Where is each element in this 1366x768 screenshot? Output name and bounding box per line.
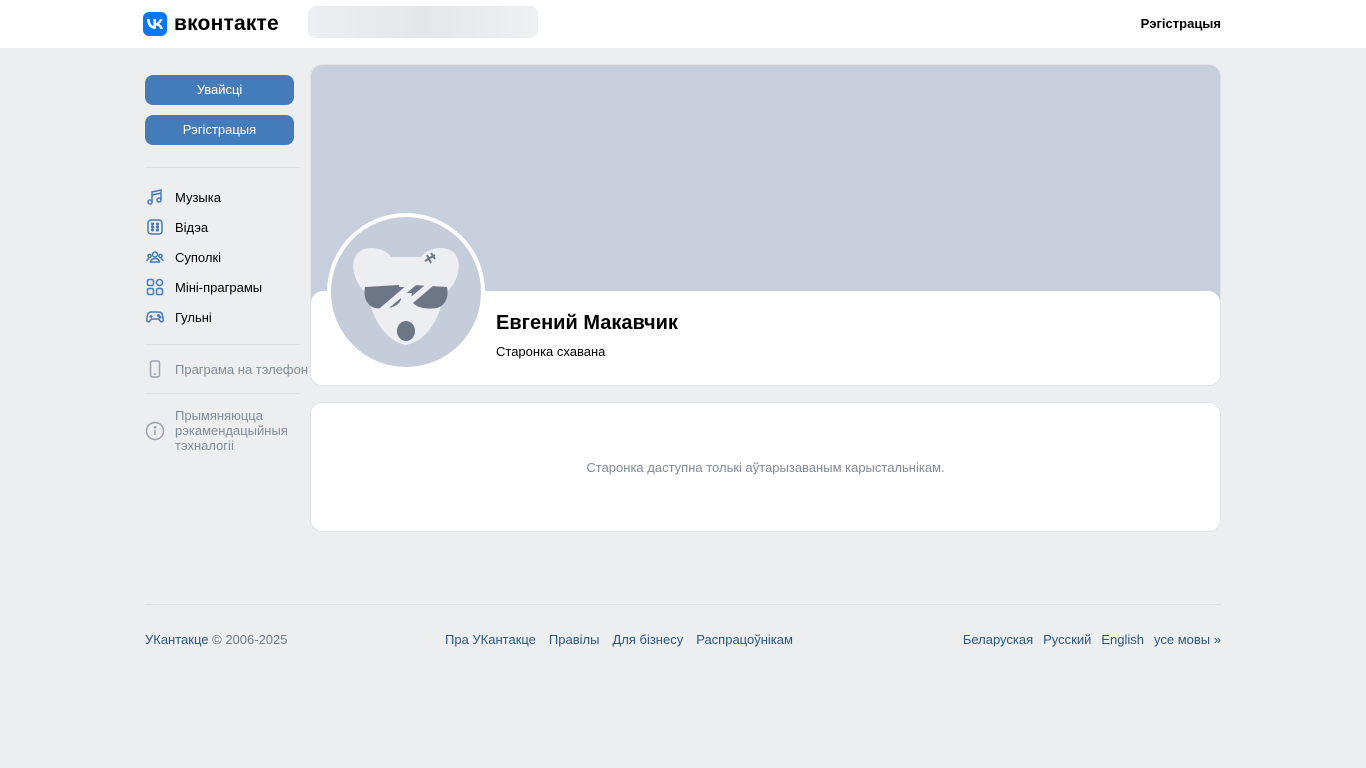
sidebar-divider <box>145 393 300 394</box>
sidebar-item-label: Праграма на тэлефон <box>175 361 309 377</box>
users-icon <box>145 247 165 267</box>
deactivated-dog-avatar-icon <box>331 217 481 367</box>
top-header: вконтакте Рэгістрацыя <box>0 0 1366 48</box>
footer-links: Пра УКантакце Правілы Для бізнесу Распра… <box>445 632 793 647</box>
sidebar-divider <box>145 344 300 345</box>
vk-logo-icon <box>143 12 167 36</box>
search-placeholder[interactable] <box>308 6 538 38</box>
footer-copyright-text: © 2006-2025 <box>212 632 288 647</box>
sidebar-item-label: Відэа <box>175 219 209 235</box>
footer: УКантакце © 2006-2025 Пра УКантакце Прав… <box>145 632 1221 648</box>
login-button[interactable]: Увайсці <box>145 75 294 105</box>
phone-icon <box>145 359 165 379</box>
footer-copyright: УКантакце © 2006-2025 <box>145 632 287 647</box>
sidebar-item-mini-apps[interactable]: Міні-праграмы <box>145 277 262 297</box>
sidebar-item-video[interactable]: Відэа <box>145 217 208 237</box>
lang-belarusian[interactable]: Беларуская <box>963 632 1033 647</box>
profile-status: Старонка схавана <box>496 344 606 359</box>
avatar[interactable] <box>327 213 485 371</box>
register-button[interactable]: Рэгістрацыя <box>145 115 294 145</box>
profile-card: Евгений Макавчик Старонка схавана <box>310 64 1221 386</box>
lang-english[interactable]: English <box>1101 632 1144 647</box>
apps-grid-icon <box>145 277 165 297</box>
recommendation-tech-link[interactable]: Прымяняюцца рэкамендацыйныя тэхналогіі <box>145 408 305 453</box>
footer-divider <box>145 604 1221 605</box>
sidebar-item-games[interactable]: Гульні <box>145 307 212 327</box>
footer-link-about[interactable]: Пра УКантакце <box>445 632 536 647</box>
vk-logo[interactable]: вконтакте <box>143 12 279 36</box>
sidebar-item-music[interactable]: Музыка <box>145 187 221 207</box>
footer-languages: Беларуская Русский English усе мовы » <box>963 632 1221 647</box>
recommendation-text: Прымяняюцца рэкамендацыйныя тэхналогіі <box>175 408 288 453</box>
sidebar-item-label: Суполкі <box>175 249 222 265</box>
sidebar-item-phone-app[interactable]: Праграма на тэлефон <box>145 359 308 379</box>
footer-brand-link[interactable]: УКантакце <box>145 632 209 647</box>
gamepad-icon <box>145 307 165 327</box>
video-icon <box>145 217 165 237</box>
footer-link-developers[interactable]: Распрацоўнікам <box>696 632 793 647</box>
sidebar-item-label: Міні-праграмы <box>175 279 263 295</box>
music-note-icon <box>145 187 165 207</box>
footer-link-rules[interactable]: Правілы <box>549 632 600 647</box>
lang-all-languages[interactable]: усе мовы » <box>1154 632 1221 647</box>
sidebar-divider <box>145 167 300 168</box>
footer-link-business[interactable]: Для бізнесу <box>612 632 683 647</box>
info-icon <box>145 421 165 441</box>
sidebar-item-label: Гульні <box>175 309 212 325</box>
lang-russian[interactable]: Русский <box>1043 632 1091 647</box>
sidebar-item-communities[interactable]: Суполкі <box>145 247 221 267</box>
notice-text: Старонка даступна толькі аўтарызаваным к… <box>586 459 945 475</box>
auth-required-notice: Старонка даступна толькі аўтарызаваным к… <box>310 402 1221 532</box>
logo-text: вконтакте <box>174 12 279 35</box>
profile-name: Евгений Макавчик <box>496 312 678 334</box>
header-register-link[interactable]: Рэгістрацыя <box>1141 16 1221 31</box>
sidebar-item-label: Музыка <box>175 189 221 205</box>
